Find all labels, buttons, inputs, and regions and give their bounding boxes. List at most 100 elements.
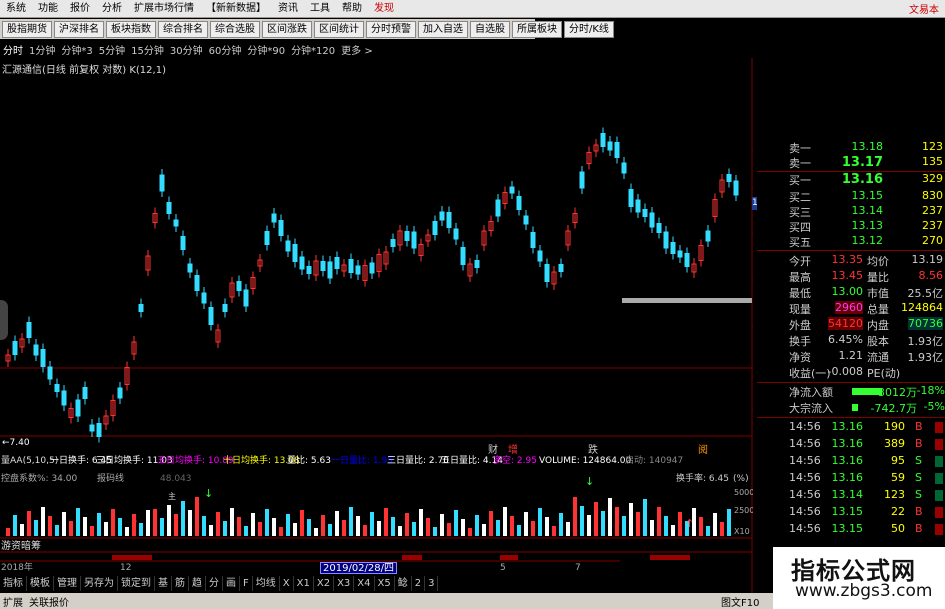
menu-item[interactable]: 报价 xyxy=(64,0,96,18)
toolbar-button[interactable]: 沪深排名 xyxy=(54,20,104,38)
indicator-tab[interactable]: X5 xyxy=(375,576,395,591)
candle-body xyxy=(82,387,88,399)
order-book-row[interactable]: 买五 13.12 270 xyxy=(757,234,945,249)
flow-row: 净流入额 -3012万 -18% xyxy=(757,384,945,399)
toolbar-button[interactable]: 分时预警 xyxy=(366,20,416,38)
indicator-tab[interactable]: 鲶 xyxy=(395,576,412,591)
date-axis-label: 7 xyxy=(575,563,581,573)
indicator-tab[interactable]: 画 xyxy=(223,576,240,591)
order-volume: 123 xyxy=(922,140,943,153)
date-axis-label: 2018年 xyxy=(1,561,33,573)
period-tab[interactable]: 15分钟 xyxy=(131,42,164,57)
indicator-tab[interactable]: 2 xyxy=(412,576,426,591)
candle-body xyxy=(558,264,564,272)
volume-bar xyxy=(405,513,409,536)
menu-item[interactable]: 系统 xyxy=(0,0,32,18)
toolbar-button[interactable]: 所属板块 xyxy=(512,20,562,38)
toolbar-button[interactable]: 板块指数 xyxy=(106,20,156,38)
candle-body xyxy=(369,262,375,274)
order-label: 买一 xyxy=(789,174,811,187)
toolbar-button[interactable]: 自选股 xyxy=(470,20,510,38)
toolbar-button[interactable]: 综合排名 xyxy=(158,20,208,38)
kline-chart-area[interactable]: 14.9713.5212.1710.959.858.877.98←7.40量AA… xyxy=(0,58,788,609)
stat-value: 13.00 xyxy=(831,285,864,298)
indicator-tab[interactable]: X2 xyxy=(314,576,335,591)
period-tab[interactable]: 60分钟 xyxy=(209,42,242,57)
indicator-tab[interactable]: X4 xyxy=(354,576,375,591)
collapse-handle[interactable] xyxy=(0,300,8,340)
order-book-row[interactable]: 卖一 13.17 135 xyxy=(757,155,945,170)
order-book-row[interactable]: 买四 13.13 237 xyxy=(757,219,945,234)
indicator-tab[interactable]: 锁定到 xyxy=(118,576,155,591)
period-tab[interactable]: 5分钟 xyxy=(99,42,125,57)
candle-body xyxy=(607,141,613,151)
volume-bar xyxy=(167,505,171,536)
toolbar-button[interactable]: 加入自选 xyxy=(418,20,468,38)
toolbar-button[interactable]: 区间统计 xyxy=(314,20,364,38)
period-tab[interactable]: 更多 > xyxy=(341,42,373,57)
period-tab[interactable]: 分钟*90 xyxy=(247,42,285,57)
stat-label: 流通 xyxy=(867,351,889,364)
toolbar-button[interactable]: 分时/K线 xyxy=(564,20,614,38)
status-expand[interactable]: 扩展 xyxy=(0,594,26,609)
volume-bar xyxy=(517,525,521,536)
toolbar-button[interactable]: 股指期货 xyxy=(2,20,52,38)
volume-bar xyxy=(643,499,647,536)
candle-body xyxy=(446,212,452,228)
tick-volume: 123 xyxy=(884,488,905,501)
control-warn: 报码线 xyxy=(97,472,124,484)
indicator-tab[interactable]: 趋 xyxy=(189,576,206,591)
indicator-tab[interactable]: 3 xyxy=(425,576,439,591)
status-related-quotes[interactable]: 关联报价 xyxy=(26,594,72,609)
volume-bar xyxy=(202,516,206,536)
app-window: 系统 功能 报价 分析 扩展市场行情 【新新数据】 资讯 工具 帮助 发现 文易本 股指期货 沪深排名… xyxy=(0,0,945,609)
period-tab[interactable]: 分钟*3 xyxy=(61,42,92,57)
menu-item[interactable]: 资讯 xyxy=(272,0,304,18)
volume-bar xyxy=(650,520,654,536)
toolbar-button[interactable]: 综合选股 xyxy=(210,20,260,38)
order-book-row[interactable]: 买三 13.14 237 xyxy=(757,204,945,219)
period-tab[interactable]: 1分钟 xyxy=(29,42,55,57)
indicator-tab[interactable]: 指标 xyxy=(0,576,27,591)
indicator-tab[interactable]: 基 xyxy=(155,576,172,591)
menu-item[interactable]: 功能 xyxy=(32,0,64,18)
tick-price: 13.16 xyxy=(831,437,864,450)
tick-row: 14:56 13.16 95 S xyxy=(757,454,945,469)
order-label: 买二 xyxy=(789,191,811,204)
turnover-unit: (%) xyxy=(733,474,749,484)
flow-value: -3012万 xyxy=(874,386,917,399)
menu-item-discover[interactable]: 发现 xyxy=(368,0,400,18)
control-coef: 控盘系数%: 34.00 xyxy=(1,472,77,484)
candle-body xyxy=(663,231,669,249)
menu-item[interactable]: 帮助 xyxy=(336,0,368,18)
volume-bar xyxy=(615,507,619,536)
menu-item[interactable]: 工具 xyxy=(304,0,336,18)
tick-direction: S xyxy=(915,454,922,467)
indicator-tab[interactable]: X1 xyxy=(294,576,314,591)
indicator-tab[interactable]: X3 xyxy=(334,576,355,591)
indicator-tab[interactable]: 管理 xyxy=(54,576,81,591)
toolbar-button[interactable]: 区间涨跌 xyxy=(262,20,312,38)
menu-item[interactable]: 分析 xyxy=(96,0,128,18)
menu-item[interactable]: 扩展市场行情 xyxy=(128,0,200,18)
order-book-row[interactable]: 买二 13.15 830 xyxy=(757,189,945,204)
menu-item[interactable]: 【新新数据】 xyxy=(200,0,272,18)
indicator-tab[interactable]: 分 xyxy=(206,576,223,591)
volume-bar xyxy=(335,511,339,536)
order-price: 13.13 xyxy=(851,219,884,232)
order-book-row[interactable]: 买一 13.16 329 xyxy=(757,172,945,187)
period-tab[interactable]: 分钟*120 xyxy=(291,42,335,57)
period-tab[interactable]: 分时 xyxy=(3,42,23,57)
period-tab[interactable]: 30分钟 xyxy=(170,42,203,57)
indicator-tab[interactable]: 筋 xyxy=(172,576,189,591)
indicator-tab[interactable]: 另存为 xyxy=(81,576,118,591)
indicator-tab[interactable]: X xyxy=(280,576,294,591)
order-book-row[interactable]: 卖一 13.18 123 xyxy=(757,140,945,155)
indicator-tab[interactable]: 模板 xyxy=(27,576,54,591)
indicator-tab[interactable]: F xyxy=(240,576,253,591)
candle-body xyxy=(432,221,438,235)
indicator-tab[interactable]: 均线 xyxy=(253,576,280,591)
candle-body xyxy=(271,213,277,223)
candle-body xyxy=(264,231,270,245)
status-f10[interactable]: 图文F10 xyxy=(718,594,762,609)
